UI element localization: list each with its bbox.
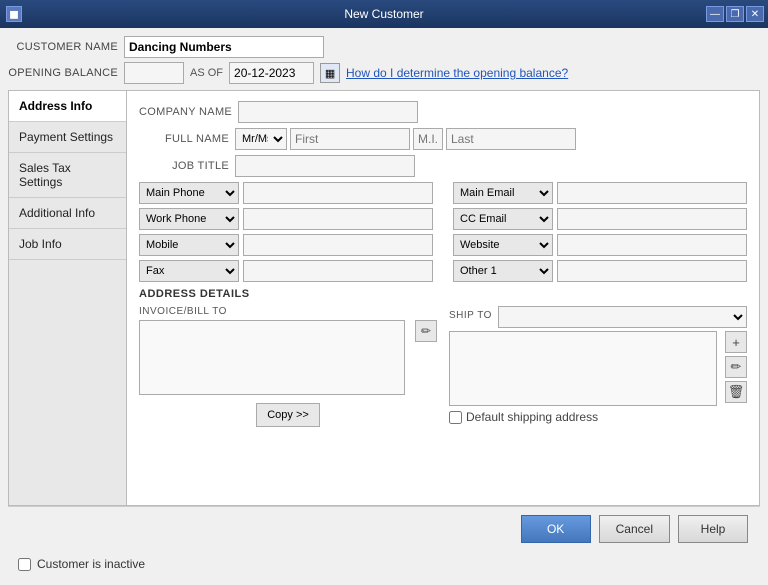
opening-balance-row: OPENING BALANCE AS OF ▦ How do I determi…: [8, 62, 760, 84]
titlebar: ◼ New Customer — ❐ ✕: [0, 0, 768, 28]
other1-input[interactable]: [557, 260, 747, 282]
website-field: Website: [453, 234, 747, 256]
default-shipping-row: Default shipping address: [449, 410, 747, 424]
ship-to-header: SHIP TO: [449, 306, 747, 328]
sidebar-item-payment-settings[interactable]: Payment Settings: [9, 122, 126, 153]
customer-inactive-checkbox[interactable]: [18, 558, 31, 571]
job-title-input[interactable]: [235, 155, 415, 177]
mobile-select[interactable]: Mobile: [139, 234, 239, 256]
minimize-button[interactable]: —: [706, 6, 724, 22]
edit-ship-button[interactable]: ✏: [725, 356, 747, 378]
main-phone-select[interactable]: Main Phone: [139, 182, 239, 204]
cc-email-select[interactable]: CC Email: [453, 208, 553, 230]
full-name-row: FULL NAME Mr/Ms./.: [139, 128, 747, 150]
invoice-bill-label: INVOICE/BILL TO: [139, 306, 437, 317]
work-phone-select[interactable]: Work Phone: [139, 208, 239, 230]
address-section-title: ADDRESS DETAILS: [139, 288, 747, 300]
website-input[interactable]: [557, 234, 747, 256]
cancel-button[interactable]: Cancel: [599, 515, 670, 543]
app-icon: ◼: [6, 6, 22, 22]
fax-field: Fax: [139, 260, 433, 282]
mr-ms-select[interactable]: Mr/Ms./.: [235, 128, 287, 150]
ok-button[interactable]: OK: [521, 515, 591, 543]
add-ship-button[interactable]: +: [725, 331, 747, 353]
sidebar: Address Info Payment Settings Sales Tax …: [9, 91, 127, 505]
contact-grid: Main Phone Main Email Work Phone: [139, 182, 747, 282]
name-fields: Mr/Ms./.: [235, 128, 576, 150]
ship-to-block: SHIP TO + ✏ 🗑: [449, 306, 747, 427]
cc-email-field: CC Email: [453, 208, 747, 230]
default-shipping-checkbox[interactable]: [449, 411, 462, 424]
opening-balance-label: OPENING BALANCE: [8, 67, 118, 79]
delete-ship-button[interactable]: 🗑: [725, 381, 747, 403]
ship-to-label: SHIP TO: [449, 310, 492, 321]
default-shipping-label: Default shipping address: [466, 410, 598, 424]
customer-name-input[interactable]: [124, 36, 324, 58]
customer-name-row: CUSTOMER NAME: [8, 36, 760, 58]
sidebar-item-additional-info[interactable]: Additional Info: [9, 198, 126, 229]
help-link[interactable]: How do I determine the opening balance?: [346, 66, 568, 80]
main-phone-input[interactable]: [243, 182, 433, 204]
other1-field: Other 1: [453, 260, 747, 282]
main-email-field: Main Email: [453, 182, 747, 204]
bottom-bar: OK Cancel Help: [8, 506, 760, 551]
main-content: COMPANY NAME FULL NAME Mr/Ms./. JOB TITL…: [127, 91, 759, 505]
company-name-label: COMPANY NAME: [139, 106, 232, 118]
other1-select[interactable]: Other 1: [453, 260, 553, 282]
ship-to-select[interactable]: [498, 306, 747, 328]
copy-btn-wrapper: Copy >>: [139, 399, 437, 427]
mobile-field: Mobile: [139, 234, 433, 256]
main-phone-field: Main Phone: [139, 182, 433, 204]
ship-to-textarea[interactable]: [449, 331, 717, 406]
main-email-input[interactable]: [557, 182, 747, 204]
footer: Customer is inactive: [8, 551, 760, 577]
as-of-date-input[interactable]: [229, 62, 314, 84]
help-button[interactable]: Help: [678, 515, 748, 543]
sidebar-item-job-info[interactable]: Job Info: [9, 229, 126, 260]
first-name-input[interactable]: [290, 128, 410, 150]
work-phone-input[interactable]: [243, 208, 433, 230]
main-email-select[interactable]: Main Email: [453, 182, 553, 204]
sidebar-item-sales-tax-settings[interactable]: Sales Tax Settings: [9, 153, 126, 198]
window-controls: — ❐ ✕: [706, 6, 764, 22]
invoice-row: ✏: [139, 320, 437, 395]
ship-row: + ✏ 🗑: [449, 331, 747, 406]
main-container: CUSTOMER NAME OPENING BALANCE AS OF ▦ Ho…: [0, 28, 768, 585]
address-details: INVOICE/BILL TO ✏ Copy >> SHIP TO: [139, 306, 747, 427]
sidebar-item-address-info[interactable]: Address Info: [9, 91, 126, 122]
close-button[interactable]: ✕: [746, 6, 764, 22]
invoice-edit-button[interactable]: ✏: [415, 320, 437, 342]
mobile-input[interactable]: [243, 234, 433, 256]
job-title-label: JOB TITLE: [139, 160, 229, 172]
top-form: CUSTOMER NAME OPENING BALANCE AS OF ▦ Ho…: [8, 36, 760, 84]
ship-actions: + ✏ 🗑: [725, 331, 747, 403]
company-name-input[interactable]: [238, 101, 418, 123]
customer-name-label: CUSTOMER NAME: [8, 41, 118, 53]
fax-select[interactable]: Fax: [139, 260, 239, 282]
fax-input[interactable]: [243, 260, 433, 282]
calendar-icon[interactable]: ▦: [320, 63, 340, 83]
work-phone-field: Work Phone: [139, 208, 433, 230]
copy-button[interactable]: Copy >>: [256, 403, 320, 427]
company-name-row: COMPANY NAME: [139, 101, 747, 123]
as-of-label: AS OF: [190, 67, 223, 79]
last-name-input[interactable]: [446, 128, 576, 150]
job-title-row: JOB TITLE: [139, 155, 747, 177]
cc-email-input[interactable]: [557, 208, 747, 230]
website-select[interactable]: Website: [453, 234, 553, 256]
window-title: New Customer: [344, 7, 423, 21]
restore-button[interactable]: ❐: [726, 6, 744, 22]
content-area: Address Info Payment Settings Sales Tax …: [8, 90, 760, 506]
full-name-label: FULL NAME: [139, 133, 229, 145]
invoice-bill-block: INVOICE/BILL TO ✏ Copy >>: [139, 306, 437, 427]
opening-balance-input[interactable]: [124, 62, 184, 84]
invoice-bill-textarea[interactable]: [139, 320, 405, 395]
customer-inactive-label: Customer is inactive: [37, 557, 145, 571]
mi-input[interactable]: [413, 128, 443, 150]
